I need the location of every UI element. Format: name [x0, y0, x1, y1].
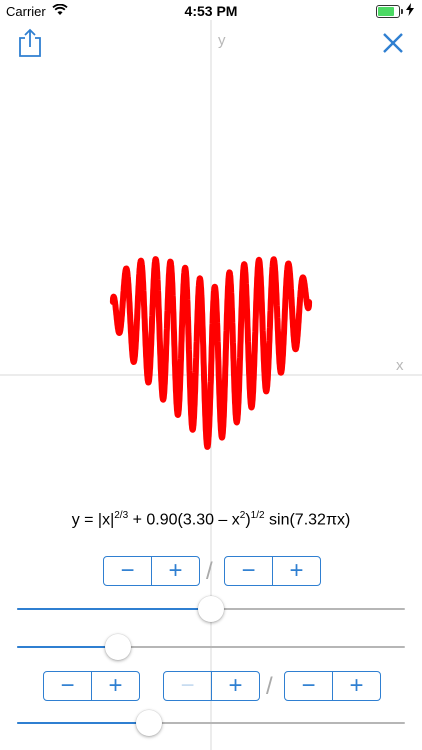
share-button[interactable] — [16, 28, 46, 58]
stepper-1-minus-button[interactable]: − — [104, 557, 151, 585]
equation-exponent: 1/2 — [250, 510, 265, 521]
stepper-4-minus-button[interactable]: − — [164, 672, 211, 700]
stepper-4: − + — [163, 671, 260, 701]
stepper-1: − + — [103, 556, 200, 586]
close-icon — [383, 33, 403, 53]
equation-part: y = |x| — [71, 511, 115, 529]
equation-label: y = |x|2/3 + 0.90(3.30 – x2)1/2 sin(7.32… — [0, 510, 422, 529]
fraction-slash: / — [206, 558, 213, 585]
stepper-5-plus-button[interactable]: + — [332, 672, 380, 700]
equation-part: sin(7.32πx) — [264, 511, 351, 529]
stepper-5-minus-button[interactable]: − — [285, 672, 332, 700]
stepper-1-plus-button[interactable]: + — [151, 557, 199, 585]
stepper-2-minus-button[interactable]: − — [225, 557, 272, 585]
fraction-slash: / — [266, 673, 273, 700]
slider-thumb[interactable] — [198, 596, 224, 622]
stepper-2-plus-button[interactable]: + — [272, 557, 320, 585]
stepper-2: − + — [224, 556, 321, 586]
slider-thumb[interactable] — [135, 710, 162, 736]
slider-thumb[interactable] — [104, 634, 131, 660]
share-icon — [19, 28, 41, 57]
slider-1[interactable] — [17, 596, 405, 622]
stepper-3-plus-button[interactable]: + — [91, 672, 139, 700]
stepper-5: − + — [284, 671, 381, 701]
close-button[interactable] — [378, 28, 408, 58]
stepper-3: − + — [43, 671, 140, 701]
equation-part: + 0.90(3.30 – x — [128, 511, 240, 529]
stepper-4-plus-button[interactable]: + — [211, 672, 259, 700]
x-axis-label: x — [396, 357, 404, 374]
stepper-3-minus-button[interactable]: − — [44, 672, 91, 700]
equation-exponent: 2/3 — [114, 510, 129, 521]
y-axis-label: y — [218, 32, 226, 49]
slider-fill — [17, 722, 149, 724]
slider-3[interactable] — [17, 710, 405, 736]
slider-fill — [17, 646, 118, 648]
slider-2[interactable] — [17, 634, 405, 660]
slider-fill — [17, 608, 211, 610]
